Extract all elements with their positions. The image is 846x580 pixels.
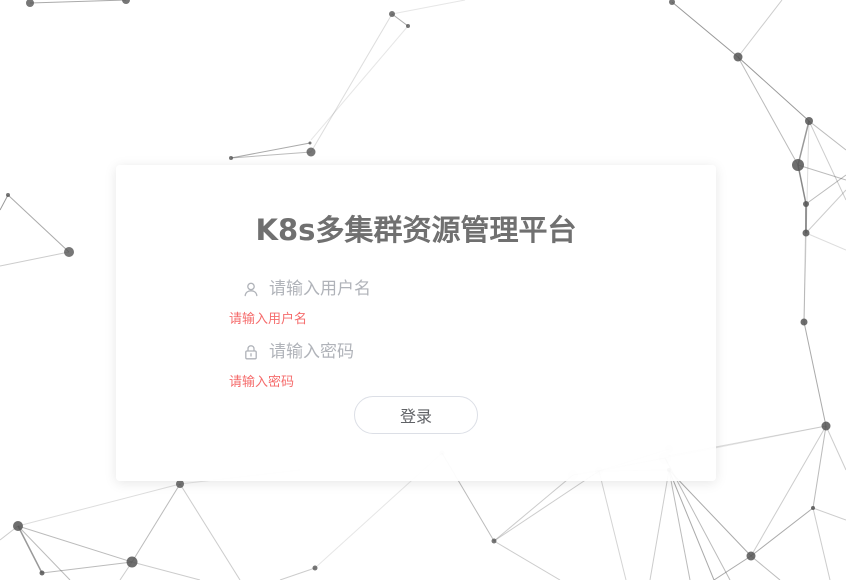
login-button[interactable]: 登录 — [354, 396, 478, 434]
password-input[interactable] — [269, 337, 499, 367]
password-error-message: 请输入密码 — [229, 375, 295, 390]
password-field[interactable] — [228, 336, 508, 368]
page-title: K8s多集群资源管理平台 — [255, 213, 577, 247]
username-error-message: 请输入用户名 — [229, 312, 308, 327]
username-field[interactable] — [228, 273, 508, 305]
login-page: K8s多集群资源管理平台 请输入用户名 请输入密码 登录 — [0, 0, 846, 580]
login-card: K8s多集群资源管理平台 请输入用户名 请输入密码 登录 — [116, 165, 716, 481]
username-input[interactable] — [269, 274, 499, 304]
user-icon — [243, 281, 259, 297]
lock-icon — [243, 344, 259, 360]
